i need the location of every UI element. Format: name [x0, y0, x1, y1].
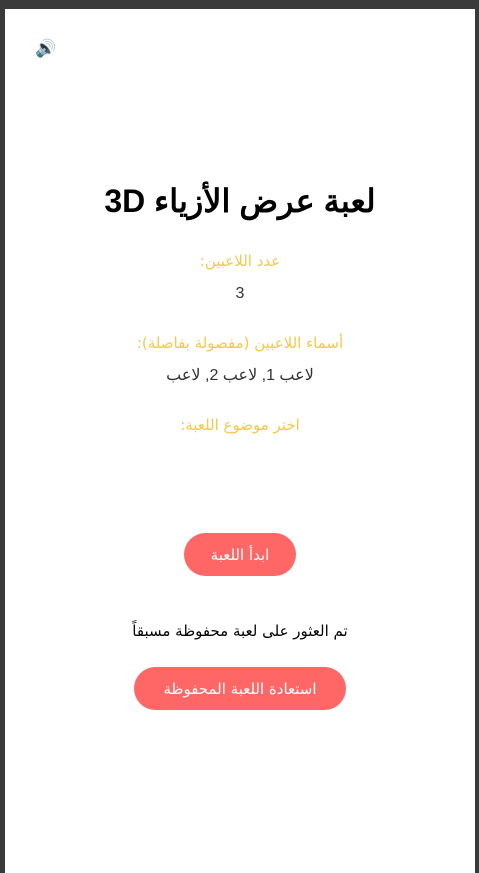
player-names-input[interactable]: [5, 366, 475, 386]
app-window: 🔊 لعبة عرض الأزياء 3D عدد اللاعبين: أسما…: [5, 9, 475, 873]
saved-game-notice: تم العثور على لعبة محفوظة مسبقاً: [132, 622, 348, 640]
speaker-icon[interactable]: 🔊: [35, 39, 56, 59]
page-title: لعبة عرض الأزياء 3D: [104, 183, 376, 219]
restore-game-button[interactable]: استعادة اللعبة المحفوظة: [134, 667, 346, 710]
start-game-button[interactable]: ابدأ اللعبة: [184, 533, 296, 576]
theme-label: اختر موضوع اللعبة:: [180, 416, 300, 434]
players-count-label: عدد اللاعبين:: [199, 252, 281, 270]
players-count-input[interactable]: [5, 284, 475, 304]
player-names-label: أسماء اللاعبين (مفصولة بفاصلة):: [136, 334, 344, 352]
